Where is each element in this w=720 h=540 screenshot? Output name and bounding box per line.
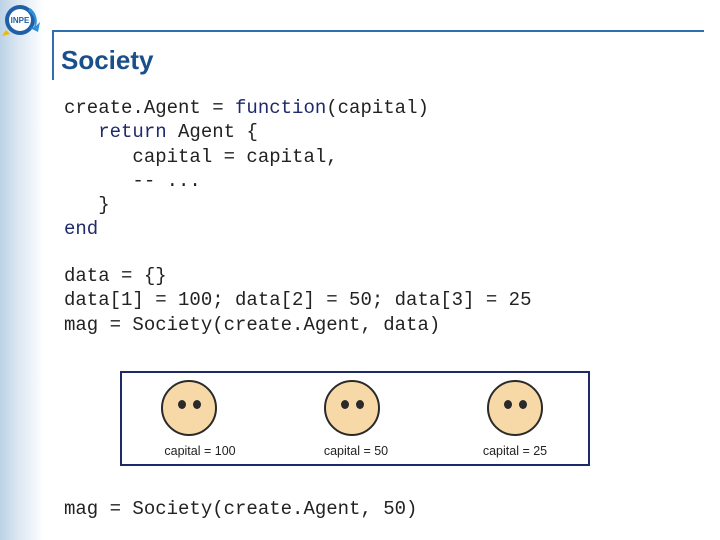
smiley-face-icon (324, 380, 380, 436)
code-keyword: function (235, 97, 327, 119)
code-keyword: end (64, 218, 99, 241)
agent-item: capital = 50 (282, 373, 432, 468)
code-block-create-agent: create.Agent = function(capital) return … (64, 96, 429, 242)
code-text: capital = capital, (64, 145, 338, 168)
inpe-logo-icon: INPE (2, 5, 40, 36)
agent-capital-label: capital = 25 (482, 444, 548, 458)
eye-icon (178, 400, 186, 409)
smiley-face-icon (487, 380, 543, 436)
code-text: (capital) (326, 97, 429, 119)
code-block-data: data = {} data[1] = 100; data[2] = 50; d… (64, 264, 531, 337)
svg-text:INPE: INPE (11, 16, 30, 25)
agents-diagram: capital = 100 capital = 50 capital = 25 (120, 371, 590, 466)
left-decorative-band (0, 0, 44, 540)
code-text: create.Agent = (64, 97, 236, 119)
eye-icon (193, 400, 201, 409)
code-line: mag = Society(create.Agent, 50) (64, 498, 418, 520)
agent-capital-label: capital = 100 (164, 444, 236, 458)
agent-item: capital = 100 (122, 373, 272, 468)
slide-title: Society (61, 45, 154, 75)
eye-icon (341, 400, 349, 409)
code-block-society: mag = Society(create.Agent, 50) (64, 497, 417, 521)
code-line: data = {} (64, 265, 167, 287)
eye-icon (519, 400, 527, 409)
smiley-face-icon (161, 380, 217, 436)
eye-icon (356, 400, 364, 409)
agent-item: capital = 25 (440, 373, 590, 468)
code-text: Agent { (166, 121, 258, 144)
agent-capital-label: capital = 50 (323, 444, 389, 458)
eye-icon (504, 400, 512, 409)
code-line: data[1] = 100; data[2] = 50; data[3] = 2… (64, 289, 532, 312)
code-line: mag = Society(create.Agent, data) (64, 313, 441, 336)
code-text: } (64, 194, 110, 217)
code-comment: -- ... (64, 169, 201, 192)
code-keyword: return (64, 121, 167, 144)
